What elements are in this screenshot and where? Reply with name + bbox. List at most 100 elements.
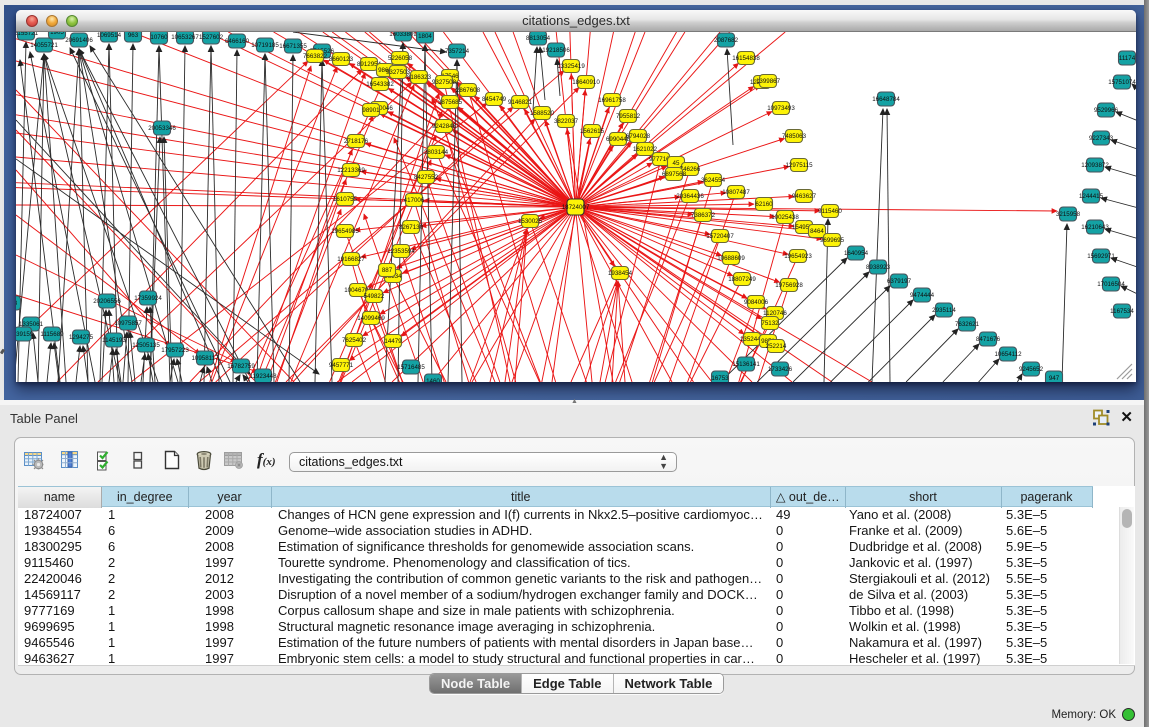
svg-text:14055721: 14055721 [30,42,58,49]
svg-text:7663822: 7663822 [303,53,328,60]
svg-text:17359924: 17359924 [134,295,162,302]
svg-text:75132: 75132 [761,320,779,327]
svg-text:1115689: 1115689 [40,331,64,338]
svg-text:9242848: 9242848 [432,123,457,130]
svg-text:6897568: 6897568 [662,171,687,178]
svg-text:98901: 98901 [362,107,380,114]
svg-text:9474444: 9474444 [910,292,935,299]
svg-text:963: 963 [128,32,139,39]
svg-text:14479: 14479 [384,338,402,345]
svg-text:16961758: 16961758 [598,97,626,104]
svg-text:1069514: 1069514 [97,32,122,39]
svg-text:11174: 11174 [1119,55,1136,62]
svg-text:8660123: 8660123 [329,56,354,63]
svg-text:11923448: 11923448 [249,373,277,380]
svg-text:1145193: 1145193 [102,337,126,344]
svg-text:7955812: 7955812 [616,113,641,120]
svg-text:16154838: 16154838 [732,55,760,62]
svg-text:17957223: 17957223 [161,347,189,354]
svg-text:1610755: 1610755 [333,196,358,203]
svg-text:1294275: 1294275 [69,334,94,341]
svg-text:7485063: 7485063 [782,133,807,140]
svg-text:15720407: 15720407 [706,233,734,240]
svg-text:10958117: 10958117 [191,355,219,362]
svg-text:1562615: 1562615 [580,128,605,135]
svg-text:15692971: 15692971 [1087,253,1115,260]
svg-text:1905: 1905 [50,32,64,36]
svg-text:10719185: 10719185 [251,42,279,49]
svg-text:10975857: 10975857 [114,320,142,327]
svg-text:8471676: 8471676 [976,336,1001,343]
svg-text:16648784: 16648784 [872,96,900,103]
svg-text:1733426: 1733426 [768,366,793,373]
svg-text:13325419: 13325419 [557,63,585,70]
svg-text:10688609: 10688609 [717,255,745,262]
svg-text:8267130: 8267130 [399,224,424,231]
svg-text:947: 947 [1049,375,1060,382]
svg-text:19654985: 19654985 [331,228,359,235]
svg-text:1530025: 1530025 [518,218,543,225]
svg-text:939159: 939159 [16,331,34,338]
svg-text:8813054: 8813054 [526,35,551,42]
svg-text:2803144: 2803144 [424,149,449,156]
svg-text:1640954: 1640954 [844,250,869,257]
svg-text:9115460: 9115460 [818,208,842,215]
svg-text:9146821: 9146821 [508,99,533,106]
svg-text:10807487: 10807487 [722,189,750,196]
svg-text:6794028: 6794028 [626,133,651,140]
svg-text:8454749: 8454749 [482,96,507,103]
svg-text:2935114: 2935114 [932,307,956,314]
svg-text:7357214: 7357214 [445,48,470,55]
svg-text:9084006: 9084006 [744,299,769,306]
svg-text:8427552: 8427552 [414,174,439,181]
svg-text:10653267: 10653267 [171,34,199,41]
svg-text:16782759: 16782759 [227,363,255,370]
svg-text:16671355: 16671355 [279,43,307,50]
svg-text:12975115: 12975115 [785,162,813,169]
svg-text:549822: 549822 [364,293,385,300]
svg-text:1244415: 1244415 [1079,193,1104,200]
svg-text:6379197: 6379197 [887,278,912,285]
svg-text:15136141: 15136141 [732,361,760,368]
svg-text:12213369: 12213369 [337,167,365,174]
svg-text:5226058: 5226058 [388,55,413,62]
svg-text:16033809: 16033809 [389,32,417,38]
svg-text:3215958: 3215958 [1056,211,1081,218]
svg-text:8186323: 8186323 [407,74,432,81]
svg-text:14099469: 14099469 [357,315,385,322]
svg-text:8464: 8464 [810,228,824,235]
svg-text:9457771: 9457771 [329,362,354,369]
svg-text:1527602: 1527602 [199,34,224,41]
svg-text:9327508: 9327508 [432,79,457,86]
svg-text:2155721: 2155721 [16,32,39,37]
svg-text:1938454: 1938454 [608,270,633,277]
svg-text:16210643: 16210643 [1081,224,1109,231]
svg-text:1399867: 1399867 [756,78,781,85]
svg-text:6466160: 6466160 [225,38,250,45]
svg-text:16543382: 16543382 [366,81,394,88]
svg-text:1621022: 1621022 [633,146,658,153]
svg-text:19218506: 19218506 [542,47,570,54]
svg-text:10973493: 10973493 [767,105,795,112]
svg-text:12353594: 12353594 [387,248,415,255]
svg-text:2867608: 2867608 [456,87,481,94]
svg-text:20691406: 20691406 [65,37,93,44]
svg-text:10760: 10760 [150,34,168,41]
svg-text:20364436: 20364436 [676,193,704,200]
svg-text:20206556: 20206556 [93,298,121,305]
svg-text:1460: 1460 [426,378,440,382]
svg-text:1167534: 1167534 [1110,308,1134,315]
svg-text:16753: 16753 [711,375,729,382]
svg-text:62160: 62160 [755,201,773,208]
svg-text:19756928: 19756928 [775,282,803,289]
svg-text:9529966: 9529966 [1094,107,1119,114]
svg-text:20053346: 20053346 [148,125,176,132]
svg-text:12093872: 12093872 [1081,162,1109,169]
svg-text:7625402: 7625402 [342,337,367,344]
svg-text:15751074: 15751074 [1108,79,1136,86]
svg-text:10654112: 10654112 [994,351,1022,358]
svg-text:8938923: 8938923 [866,264,891,271]
svg-text:1804: 1804 [418,33,432,40]
svg-text:18640910: 18640910 [572,79,600,86]
svg-text:7632621: 7632621 [955,321,980,328]
